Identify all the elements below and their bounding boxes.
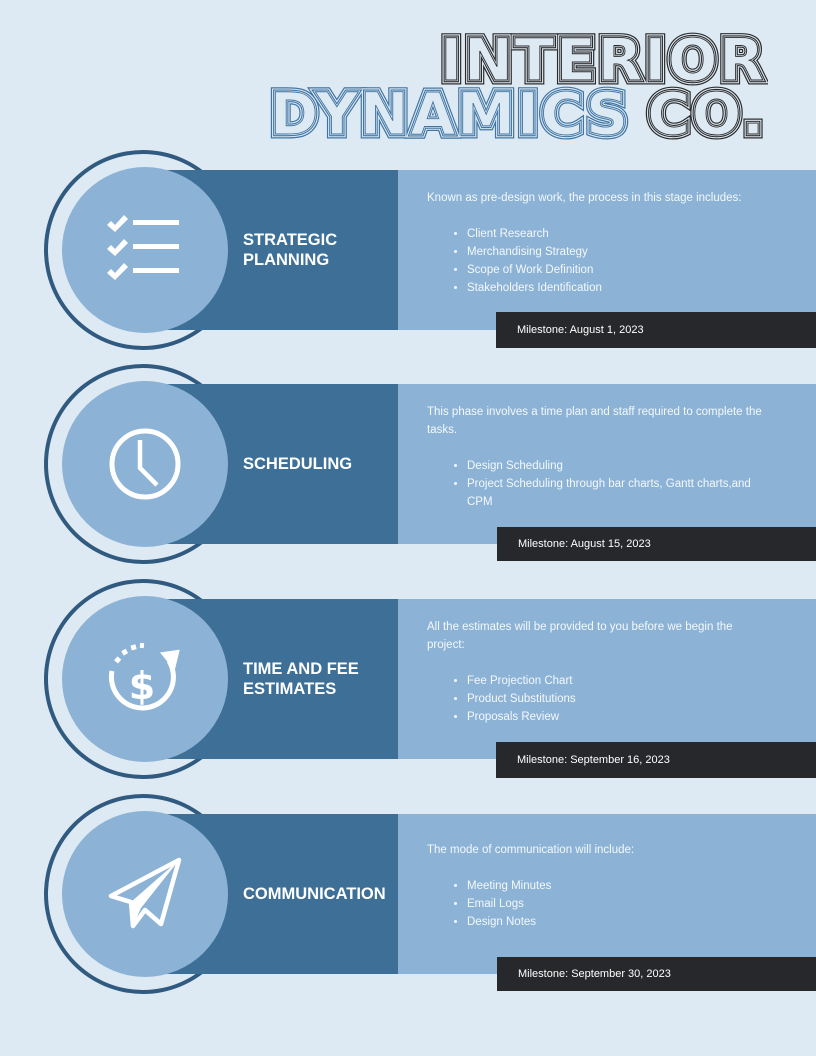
checklist-icon — [107, 215, 179, 280]
list-item: Meeting Minutes — [467, 877, 777, 895]
milestone-badge: Milestone: September 16, 2023 — [496, 742, 816, 778]
stage-communication: COMMUNICATION The mode of communication … — [0, 794, 816, 994]
stage-title-line: PLANNING — [243, 251, 330, 269]
stage-title-line: TIME AND FEE — [243, 660, 359, 678]
stage-icon-circle: $ — [62, 596, 228, 762]
stage-intro: The mode of communication will include: — [427, 844, 635, 856]
svg-text:$: $ — [129, 664, 155, 708]
list-item: Fee Projection Chart — [467, 672, 777, 690]
stage-intro: Known as pre-design work, the process in… — [427, 192, 742, 204]
stage-title-line: SCHEDULING — [243, 455, 353, 473]
page-title: INTERIOR INTERIOR INTERIOR INTERIOR INTE… — [268, 28, 768, 140]
stage-title: SCHEDULING — [243, 384, 393, 544]
list-item: Project Scheduling through bar charts, G… — [467, 475, 777, 511]
svg-text:DYNAMICS: DYNAMICS — [270, 80, 630, 140]
stage-details: All the estimates will be provided to yo… — [398, 599, 816, 759]
stage-items-list: Client Research Merchandising Strategy S… — [467, 225, 777, 297]
stage-intro: All the estimates will be provided to yo… — [427, 621, 733, 651]
stage-details: The mode of communication will include: … — [398, 814, 816, 974]
stage-icon-circle — [62, 811, 228, 977]
clock-icon — [109, 428, 181, 500]
milestone-badge: Milestone: August 15, 2023 — [497, 527, 816, 561]
list-item: Scope of Work Definition — [467, 261, 777, 279]
stage-title-line: COMMUNICATION — [243, 885, 386, 903]
stage-title: STRATEGIC PLANNING — [243, 170, 393, 330]
list-item: Merchandising Strategy — [467, 243, 777, 261]
list-item: Design Scheduling — [467, 457, 777, 475]
stage-title-line: STRATEGIC — [243, 231, 338, 249]
dollar-cycle-icon: $ — [108, 642, 180, 711]
stage-intro: This phase involves a time plan and staf… — [427, 406, 762, 436]
list-item: Client Research — [467, 225, 777, 243]
svg-text:CO.: CO. — [647, 80, 766, 140]
stage-strategic-planning: STRATEGIC PLANNING Known as pre-design w… — [0, 150, 816, 350]
stage-details: Known as pre-design work, the process in… — [398, 170, 816, 330]
list-item: Proposals Review — [467, 708, 777, 726]
milestone-badge: Milestone: August 1, 2023 — [496, 312, 816, 348]
list-item: Stakeholders Identification — [467, 279, 777, 297]
milestone-badge: Milestone: September 30, 2023 — [497, 957, 816, 991]
stage-title: TIME AND FEE ESTIMATES — [243, 599, 393, 759]
list-item: Product Substitutions — [467, 690, 777, 708]
stage-time-and-fee-estimates: $ TIME AND FEE ESTIMATES All the estimat… — [0, 579, 816, 779]
stage-items-list: Meeting Minutes Email Logs Design Notes — [467, 877, 777, 931]
title-logo: INTERIOR INTERIOR INTERIOR INTERIOR INTE… — [268, 28, 768, 140]
stage-scheduling: SCHEDULING This phase involves a time pl… — [0, 364, 816, 564]
stage-title-line: ESTIMATES — [243, 680, 337, 698]
stage-icon-circle — [62, 381, 228, 547]
stage-icon-circle — [62, 167, 228, 333]
stage-details: This phase involves a time plan and staf… — [398, 384, 816, 544]
stage-title: COMMUNICATION — [243, 814, 393, 974]
paper-plane-icon — [108, 857, 182, 929]
list-item: Email Logs — [467, 895, 777, 913]
title-line-2: DYNAMICS DYNAMICS DYNAMICS DYNAMICS DYNA… — [268, 76, 768, 141]
stage-items-list: Design Scheduling Project Scheduling thr… — [467, 457, 777, 511]
stage-items-list: Fee Projection Chart Product Substitutio… — [467, 672, 777, 726]
list-item: Design Notes — [467, 913, 777, 931]
